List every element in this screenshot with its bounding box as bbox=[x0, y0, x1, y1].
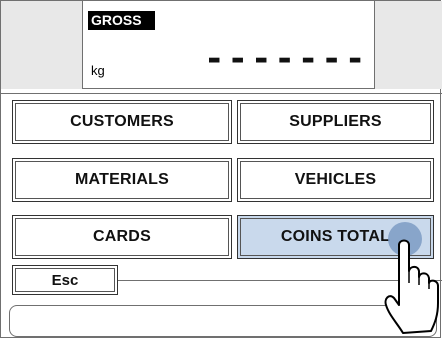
cards-button[interactable]: CARDS bbox=[12, 215, 232, 259]
suppliers-button-label: SUPPLIERS bbox=[289, 113, 382, 130]
section-divider bbox=[1, 93, 442, 94]
customers-button-label: CUSTOMERS bbox=[70, 113, 174, 130]
pointing-hand-icon bbox=[384, 222, 439, 334]
terminal-panel: GROSS kg ------- CUSTOMERS SUPPLIERS MAT… bbox=[0, 0, 442, 338]
gross-label: GROSS bbox=[88, 11, 155, 30]
cards-button-label: CARDS bbox=[93, 228, 151, 245]
display-right-panel bbox=[374, 1, 442, 89]
message-bar bbox=[9, 305, 437, 337]
suppliers-button[interactable]: SUPPLIERS bbox=[237, 100, 434, 144]
unit-label: kg bbox=[91, 63, 105, 78]
esc-button[interactable]: Esc bbox=[12, 265, 118, 295]
display-left-panel bbox=[1, 1, 83, 89]
vehicles-button[interactable]: VEHICLES bbox=[237, 158, 434, 202]
materials-button[interactable]: MATERIALS bbox=[12, 158, 232, 202]
customers-button[interactable]: CUSTOMERS bbox=[12, 100, 232, 144]
coins-total-button-label: COINS TOTAL bbox=[280, 228, 391, 245]
weight-reading: ------- bbox=[204, 39, 362, 79]
materials-button-label: MATERIALS bbox=[75, 171, 169, 188]
weight-display: GROSS kg ------- bbox=[1, 1, 442, 89]
esc-button-label: Esc bbox=[51, 271, 79, 289]
vehicles-button-label: VEHICLES bbox=[294, 171, 377, 188]
